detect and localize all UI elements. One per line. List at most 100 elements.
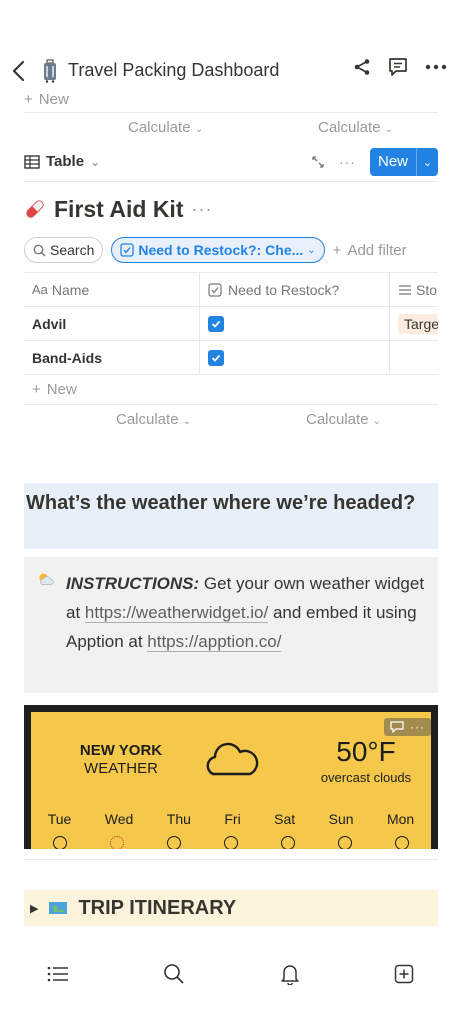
- cloud-icon: [281, 836, 296, 849]
- cloud-icon: [52, 836, 67, 849]
- table-icon: [24, 154, 40, 169]
- cloud-icon: [338, 836, 353, 849]
- chevron-down-icon[interactable]: ⌄: [416, 148, 438, 176]
- plus-icon: +: [32, 381, 41, 398]
- search-icon[interactable]: [163, 963, 185, 985]
- forecast-day: Mon: [386, 811, 415, 827]
- widget-city: NEW YORK WEATHER: [79, 742, 163, 777]
- embed-toolbar: ···: [384, 718, 431, 736]
- filter-chip-need-to-restock[interactable]: Need to Restock?: Che... ⌄: [111, 237, 325, 263]
- calculate-button[interactable]: Calculate ⌄: [318, 119, 393, 136]
- previous-new-row[interactable]: + New: [24, 86, 438, 112]
- table-row[interactable]: Band-Aids: [24, 341, 438, 375]
- database-more-icon[interactable]: ···: [191, 199, 212, 220]
- sun-behind-cloud-icon: [39, 573, 54, 585]
- name-cell[interactable]: Band-Aids: [24, 341, 199, 374]
- database-title: First Aid Kit ···: [24, 194, 438, 224]
- new-page-icon[interactable]: [394, 964, 414, 984]
- expand-icon[interactable]: [311, 155, 325, 169]
- data-table: Aa Name Need to Restock? Sto Advil Targe…: [24, 272, 438, 435]
- add-filter-button[interactable]: + Add filter: [333, 242, 407, 259]
- search-chip[interactable]: Search: [24, 237, 104, 263]
- forecast-day: Tue: [47, 811, 72, 827]
- more-options-icon[interactable]: ···: [410, 720, 425, 734]
- callout-text: INSTRUCTIONS: Get your own weather widge…: [66, 574, 425, 652]
- store-cell[interactable]: [389, 341, 438, 374]
- calculate-button[interactable]: Calculate ⌄: [128, 119, 203, 136]
- store-cell[interactable]: Targe: [389, 307, 438, 340]
- weather-widget-embed[interactable]: NEW YORK WEATHER 50°F overcast clouds Tue…: [24, 705, 438, 849]
- table-row[interactable]: Advil Targe: [24, 307, 438, 341]
- text-property-icon: Aa: [32, 282, 48, 297]
- forecast-day: Wed: [104, 811, 134, 827]
- table-header-row: Aa Name Need to Restock? Sto: [24, 273, 438, 307]
- calculate-row: Calculate ⌄ Calculate ⌄: [24, 405, 438, 435]
- comment-icon[interactable]: [387, 56, 409, 78]
- forecast-day: Thu: [166, 811, 191, 827]
- view-label: Table: [46, 153, 85, 170]
- widget-temperature: 50°F overcast clouds: [320, 736, 412, 785]
- chevron-down-icon: ⌄: [182, 416, 192, 427]
- checked-checkbox-icon[interactable]: [208, 315, 224, 332]
- checked-checkbox-icon[interactable]: [208, 349, 224, 366]
- checkbox-icon: [120, 243, 135, 257]
- plus-icon: +: [332, 241, 342, 259]
- cloud-icon: [223, 836, 238, 849]
- database-title-text[interactable]: First Aid Kit: [54, 196, 183, 223]
- calculate-button[interactable]: Calculate ⌄: [116, 411, 191, 428]
- comment-icon[interactable]: [390, 721, 404, 733]
- store-tag: Targe: [398, 313, 438, 334]
- bell-icon[interactable]: [280, 963, 300, 985]
- map-icon: [49, 902, 68, 914]
- restock-cell[interactable]: [199, 341, 389, 374]
- view-selector[interactable]: Table ⌄: [24, 153, 100, 170]
- forecast-days: Tue Wed Thu Fri Sat Sun Mon: [31, 811, 431, 827]
- sun-icon: [109, 836, 124, 849]
- chevron-down-icon: ⌄: [194, 124, 204, 135]
- new-record-button[interactable]: New ⌄: [369, 148, 438, 176]
- previous-calculate-row: Calculate ⌄ Calculate ⌄: [24, 112, 438, 142]
- page-content: + New Calculate ⌄ Calculate ⌄ Table ⌄ ··…: [24, 86, 438, 926]
- divider: [24, 859, 438, 860]
- checkbox-property-icon: [208, 282, 222, 297]
- forecast-icons: [31, 836, 431, 849]
- view-bar: Table ⌄ ··· New ⌄: [24, 142, 438, 182]
- trip-itinerary-toggle[interactable]: ▶ TRIP ITINERARY: [24, 890, 438, 926]
- column-header-need-to-restock[interactable]: Need to Restock?: [199, 273, 389, 306]
- more-options-icon[interactable]: [425, 64, 447, 70]
- restock-cell[interactable]: [199, 307, 389, 340]
- weatherwidget-link[interactable]: https://weatherwidget.io/: [84, 603, 269, 623]
- page-title: Travel Packing Dashboard: [68, 60, 280, 80]
- new-row-label: New: [38, 90, 69, 108]
- column-header-store[interactable]: Sto: [389, 273, 438, 306]
- plus-icon: +: [24, 90, 33, 108]
- trip-itinerary-title: TRIP ITINERARY: [78, 896, 237, 919]
- forecast-day: Fri: [224, 811, 241, 827]
- chevron-down-icon: ⌄: [372, 416, 382, 427]
- chevron-down-icon: ⌄: [90, 154, 101, 169]
- back-arrow-icon[interactable]: [8, 58, 30, 84]
- bottom-nav: [0, 948, 461, 1000]
- cloud-icon: [166, 836, 181, 849]
- add-row-button[interactable]: + New: [24, 375, 438, 405]
- filter-bar: Search Need to Restock?: Che... ⌄ + Add …: [24, 228, 438, 272]
- cloud-icon: [395, 836, 410, 849]
- list-icon[interactable]: [47, 965, 69, 983]
- share-icon[interactable]: [353, 58, 371, 76]
- list-property-icon: [399, 284, 411, 295]
- instructions-callout[interactable]: INSTRUCTIONS: Get your own weather widge…: [24, 557, 438, 693]
- weather-widget: NEW YORK WEATHER 50°F overcast clouds Tue…: [31, 712, 431, 849]
- column-header-name[interactable]: Aa Name: [24, 273, 199, 306]
- cloud-icon: [206, 742, 259, 776]
- pill-icon: [26, 200, 44, 218]
- forecast-day: Sat: [274, 811, 296, 827]
- toggle-triangle-icon[interactable]: ▶: [30, 902, 38, 915]
- view-more-icon[interactable]: ···: [339, 154, 356, 170]
- apption-link[interactable]: https://apption.co/: [147, 632, 282, 652]
- chevron-down-icon: ⌄: [307, 244, 316, 256]
- name-cell[interactable]: Advil: [24, 307, 199, 340]
- forecast-day: Sun: [328, 811, 354, 827]
- calculate-button[interactable]: Calculate ⌄: [306, 411, 381, 428]
- weather-heading[interactable]: What’s the weather where we’re headed?: [24, 483, 438, 549]
- chevron-down-icon: ⌄: [384, 124, 394, 135]
